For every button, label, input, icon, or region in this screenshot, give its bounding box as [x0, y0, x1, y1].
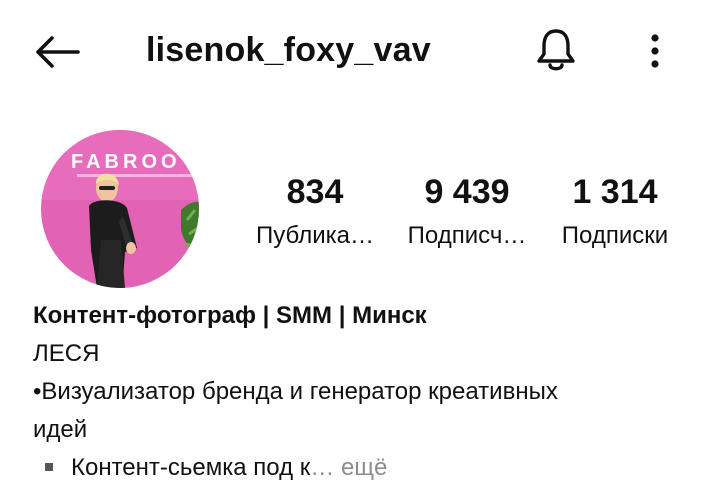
bio-line-truncated: Контент-сьемка под к… ещё [33, 449, 703, 487]
profile-username: lisenok_foxy_vav [146, 31, 431, 69]
stat-followers[interactable]: 9 439 Подписч… [392, 172, 542, 252]
bell-icon [537, 29, 575, 71]
stat-followers-value: 9 439 [424, 173, 510, 211]
bio-line: идей [33, 416, 88, 443]
notifications-button[interactable] [534, 24, 578, 76]
stat-followers-label: Подписч… [407, 222, 527, 249]
bio-more-link[interactable]: … ещё [310, 454, 387, 481]
stat-posts-value: 834 [286, 173, 344, 211]
arrow-left-icon [36, 36, 80, 68]
bio-line: •Визуализатор бренда и генератор креатив… [33, 378, 558, 405]
back-button[interactable] [28, 28, 84, 76]
bio-line-text: Контент-сьемка под к [71, 454, 311, 481]
bio-line: ЛЕСЯ [33, 340, 100, 367]
bullet-icon [45, 462, 53, 471]
profile-bio: Контент-фотограф | SMM | Минск ЛЕСЯ •Виз… [33, 297, 703, 487]
stat-posts-label: Публика… [256, 222, 374, 249]
avatar-sign-text: FABROO [71, 151, 181, 173]
profile-stats: 834 Публика… 9 439 Подписч… 1 314 Подпис… [240, 172, 700, 262]
options-menu-button[interactable] [640, 26, 670, 76]
top-bar: lisenok_foxy_vav [0, 0, 720, 100]
stat-following-value: 1 314 [572, 173, 658, 211]
bio-title: Контент-фотограф | SMM | Минск [33, 302, 427, 329]
stat-following-label: Подписки [561, 222, 669, 249]
more-vertical-icon [651, 34, 659, 68]
stat-posts[interactable]: 834 Публика… [240, 172, 390, 252]
stat-following[interactable]: 1 314 Подписки [545, 172, 685, 252]
profile-avatar[interactable]: FABROO [41, 130, 199, 288]
